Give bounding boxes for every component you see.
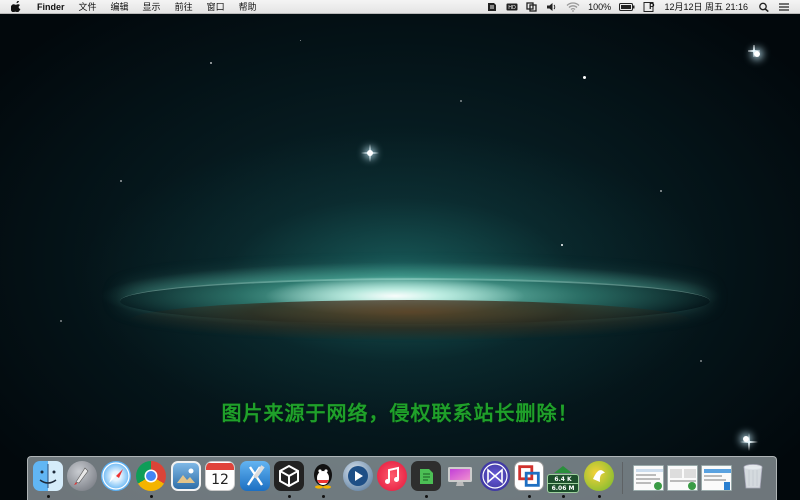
galaxy-dust-lane (130, 300, 690, 340)
running-indicator (562, 495, 565, 498)
menu-help[interactable]: 帮助 (232, 0, 264, 14)
menu-view[interactable]: 显示 (136, 0, 168, 14)
spotlight-search-icon[interactable] (758, 2, 770, 12)
hd-status-icon[interactable]: HD (506, 2, 518, 12)
star-sparkle (361, 144, 379, 162)
star (300, 40, 301, 41)
launchpad-dock-icon[interactable] (67, 461, 97, 491)
upload-speed: 6.4 K (548, 475, 578, 484)
minimized-window-thumbnail[interactable] (701, 465, 732, 491)
network-speed-badge: 6.4 K 6.06 M (547, 474, 579, 493)
preview-dock-icon[interactable] (171, 461, 201, 491)
menu-app-name[interactable]: Finder (33, 0, 72, 14)
quicktime-dock-icon[interactable] (343, 461, 373, 491)
finder-dock-icon[interactable] (33, 461, 63, 491)
running-indicator (288, 495, 291, 498)
minimized-window-thumbnail[interactable] (633, 465, 664, 491)
menu-go[interactable]: 前往 (168, 0, 200, 14)
evernote-dock-icon[interactable] (411, 461, 441, 491)
trash-dock-icon[interactable] (738, 461, 768, 491)
minimized-window-thumbnail[interactable] (667, 465, 698, 491)
chrome-dock-icon[interactable] (136, 461, 166, 491)
running-indicator (528, 495, 531, 498)
unity-dock-icon[interactable] (274, 461, 304, 491)
green-app-dock-icon[interactable] (584, 461, 614, 491)
menu-window[interactable]: 窗口 (200, 0, 232, 14)
running-indicator (598, 495, 601, 498)
star (60, 320, 62, 322)
calendar-day: 12 (211, 471, 229, 488)
clock[interactable]: 12月12日 周五 21:16 (660, 0, 752, 14)
svg-text:HD: HD (508, 5, 516, 11)
star (660, 190, 662, 192)
battery-icon[interactable] (619, 2, 635, 12)
star (460, 100, 462, 102)
input-method-label: P (649, 1, 655, 11)
battery-percent[interactable]: 100% (584, 0, 615, 14)
watermark-text: 图片来源于网络，侵权联系站长删除！ (221, 401, 579, 425)
running-indicator (425, 495, 428, 498)
parallels-dock-icon[interactable] (514, 461, 544, 491)
display-dock-icon[interactable] (445, 461, 475, 491)
running-indicator (150, 495, 153, 498)
wifi-icon[interactable] (566, 1, 580, 12)
star (700, 360, 702, 362)
bowtie-app-dock-icon[interactable] (480, 461, 510, 491)
star (120, 180, 122, 182)
dock-separator (622, 462, 623, 494)
qq-dock-icon[interactable] (308, 461, 338, 491)
notification-center-icon[interactable] (778, 2, 790, 12)
itunes-dock-icon[interactable] (377, 461, 407, 491)
sync-status-icon[interactable] (526, 1, 538, 12)
download-speed: 6.06 M (551, 485, 575, 492)
apple-logo-icon[interactable] (10, 0, 22, 13)
safari-dock-icon[interactable] (101, 461, 131, 491)
calendar-dock-icon[interactable]: 12 (205, 461, 235, 491)
menu-file[interactable]: 文件 (72, 0, 104, 14)
star-sparkle (748, 45, 760, 57)
menu-edit[interactable]: 编辑 (104, 0, 136, 14)
star (583, 76, 586, 79)
star-sparkle (737, 430, 761, 454)
evernote-status-icon[interactable] (486, 2, 498, 12)
menu-bar: Finder 文件 编辑 显示 前往 窗口 帮助 HD 100% P 12月12 (0, 0, 800, 14)
star (210, 62, 212, 64)
star (561, 244, 563, 246)
running-indicator (47, 495, 50, 498)
volume-icon[interactable] (546, 2, 558, 12)
running-indicator (322, 495, 325, 498)
xcode-dock-icon[interactable] (240, 461, 270, 491)
